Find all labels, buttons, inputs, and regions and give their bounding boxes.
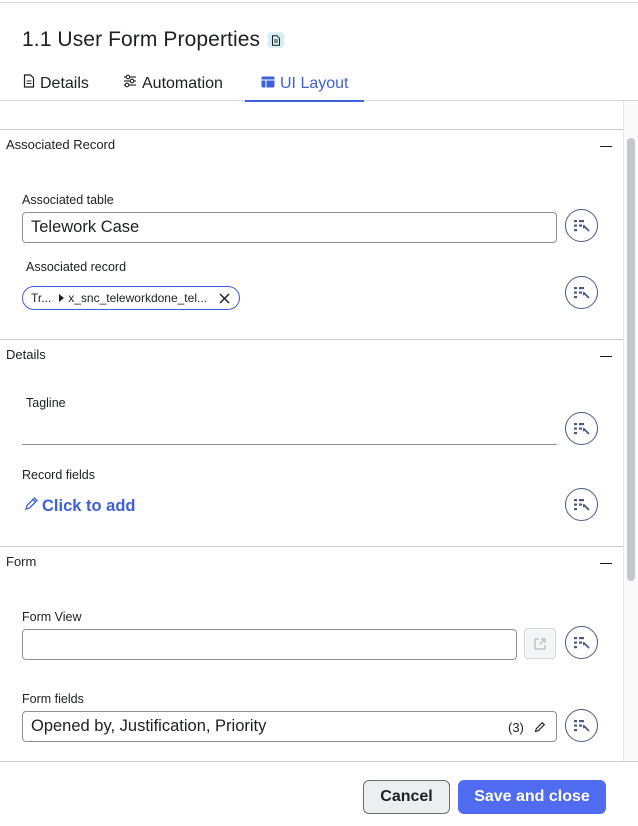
close-icon[interactable]	[219, 292, 231, 304]
data-pill-picker-icon	[573, 719, 590, 732]
data-pill-picker-button[interactable]	[565, 209, 598, 242]
form-view-label: Form View	[22, 610, 82, 624]
tagline-label: Tagline	[26, 396, 66, 410]
section-title: Details	[6, 347, 46, 362]
save-and-close-button[interactable]: Save and close	[458, 780, 606, 814]
document-icon	[23, 74, 35, 93]
form-fields-count: (3)	[508, 720, 524, 735]
record-fields-label: Record fields	[22, 468, 95, 482]
section-header-form[interactable]: Form	[0, 546, 623, 576]
associated-record-pill[interactable]: Tr... x_snc_teleworkdone_tel...	[22, 286, 240, 310]
form-fields-label: Form fields	[22, 692, 84, 706]
external-link-icon	[534, 637, 546, 650]
properties-scroll-area[interactable]: Associated Record Associated table Telew…	[0, 101, 638, 761]
data-pill-picker-icon	[573, 219, 590, 232]
page-title: 1.1 User Form Properties	[22, 28, 261, 51]
tab-ui-layout-label: UI Layout	[280, 74, 349, 92]
document-badge-icon[interactable]	[268, 32, 285, 48]
associated-table-input[interactable]: Telework Case	[22, 212, 557, 243]
data-pill-picker-button[interactable]	[565, 488, 598, 521]
caret-right-icon	[59, 294, 65, 302]
sliders-icon	[123, 74, 137, 93]
section-header-details[interactable]: Details	[0, 339, 623, 369]
scrollbar-thumb[interactable]	[627, 138, 635, 581]
form-view-input[interactable]	[22, 629, 517, 660]
section-title: Associated Record	[6, 137, 116, 152]
form-fields-value: Opened by, Justification, Priority	[31, 717, 267, 735]
data-pill-picker-button[interactable]	[565, 709, 598, 742]
dialog-footer: Cancel Save and close	[0, 761, 638, 826]
data-pill-picker-icon	[573, 422, 590, 435]
tab-details-label: Details	[40, 74, 89, 92]
tab-ui-layout[interactable]: UI Layout	[245, 66, 365, 102]
tab-bar: Details Automation UI Layout	[0, 66, 638, 102]
section-header-associated-record[interactable]: Associated Record	[0, 129, 623, 159]
pill-prefix: Tr...	[31, 291, 52, 305]
pencil-icon	[24, 496, 39, 516]
data-pill-picker-button[interactable]	[565, 626, 598, 659]
collapse-icon[interactable]	[600, 554, 612, 566]
data-pill-picker-icon	[573, 636, 590, 649]
tagline-input[interactable]	[22, 413, 557, 445]
data-pill-picker-icon	[573, 498, 590, 511]
pill-value: x_snc_teleworkdone_tel...	[68, 291, 207, 305]
cancel-button[interactable]: Cancel	[363, 780, 450, 814]
data-pill-picker-button[interactable]	[565, 412, 598, 445]
click-to-add-label: Click to add	[42, 496, 136, 515]
section-title: Form	[6, 554, 37, 569]
layout-icon	[261, 75, 275, 93]
page-header: 1.1 User Form Properties	[22, 28, 285, 52]
data-pill-picker-button[interactable]	[565, 276, 598, 309]
tab-automation[interactable]: Automation	[123, 66, 223, 101]
collapse-icon[interactable]	[600, 347, 612, 359]
data-pill-picker-icon	[573, 286, 590, 299]
tab-automation-label: Automation	[142, 74, 223, 92]
open-external-button	[524, 628, 556, 659]
edit-pencil-icon[interactable]	[534, 720, 546, 738]
associated-table-label: Associated table	[22, 193, 114, 207]
click-to-add-link[interactable]: Click to add	[24, 496, 136, 516]
associated-record-label: Associated record	[26, 260, 127, 274]
form-fields-input[interactable]: Opened by, Justification, Priority	[22, 711, 557, 742]
tab-details[interactable]: Details	[23, 66, 89, 101]
top-divider	[0, 2, 638, 3]
collapse-icon[interactable]	[600, 137, 612, 149]
